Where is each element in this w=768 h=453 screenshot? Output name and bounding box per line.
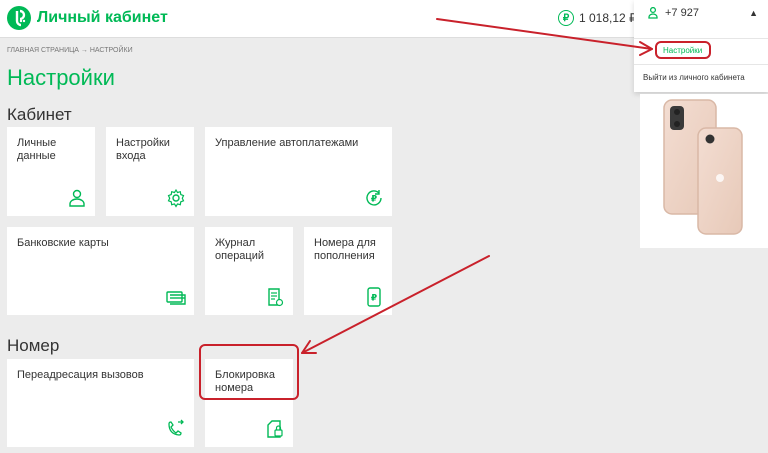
tile-call-forwarding[interactable]: Переадресация вызовов bbox=[7, 359, 194, 447]
tile-bank-cards[interactable]: Банковские карты bbox=[7, 227, 194, 315]
tile-label: Управление автоплатежами bbox=[215, 137, 359, 149]
balance-value: 1 018,12 ₽ bbox=[579, 11, 637, 25]
section-title-number: Номер bbox=[7, 336, 60, 355]
megafon-logo-icon[interactable] bbox=[7, 6, 31, 30]
balance[interactable]: ₽ 1 018,12 ₽ bbox=[558, 10, 637, 26]
tile-autopay[interactable]: Управление автоплатежами ₽ bbox=[205, 127, 392, 216]
highlight-box-number-block bbox=[199, 344, 299, 400]
svg-text:₽: ₽ bbox=[371, 294, 377, 304]
page-title: Настройки bbox=[7, 65, 115, 90]
menu-item-logout[interactable]: Выйти из личного кабинета bbox=[643, 73, 745, 82]
user-icon bbox=[69, 189, 85, 207]
tile-topup-numbers[interactable]: Номера для пополнения ₽ bbox=[304, 227, 392, 315]
ruble-icon: ₽ bbox=[558, 10, 574, 26]
divider bbox=[634, 64, 768, 65]
phone-ruble-icon: ₽ bbox=[367, 287, 381, 307]
highlight-box-settings bbox=[655, 41, 711, 59]
chevron-up-icon[interactable]: ▲ bbox=[749, 8, 758, 18]
tile-operations-journal[interactable]: Журнал операций bbox=[205, 227, 293, 315]
cards-icon bbox=[166, 291, 186, 305]
user-phone: +7 927 bbox=[665, 7, 699, 19]
svg-text:₽: ₽ bbox=[371, 195, 377, 205]
tile-label: Настройки входа bbox=[116, 137, 170, 162]
tile-label: Номера для пополнения bbox=[314, 237, 376, 262]
tile-label: Банковские карты bbox=[17, 237, 109, 249]
sim-lock-icon bbox=[267, 420, 283, 438]
tile-label: Журнал операций bbox=[215, 237, 265, 262]
user-icon bbox=[648, 7, 658, 19]
tile-login-settings[interactable]: Настройки входа bbox=[106, 127, 194, 216]
divider bbox=[634, 38, 768, 39]
section-title-cabinet: Кабинет bbox=[7, 105, 72, 124]
promo-phone-image[interactable] bbox=[640, 94, 768, 248]
phone-forward-icon bbox=[168, 419, 184, 436]
tile-label: Личные данные bbox=[17, 137, 57, 162]
tile-personal-data[interactable]: Личные данные bbox=[7, 127, 95, 216]
ruble-refresh-icon: ₽ bbox=[366, 190, 382, 206]
user-menu-toggle[interactable]: +7 927 bbox=[648, 7, 699, 19]
gear-icon bbox=[167, 188, 185, 208]
brand-title[interactable]: Личный кабинет bbox=[37, 9, 168, 27]
breadcrumb[interactable]: ГЛАВНАЯ СТРАНИЦА → НАСТРОЙКИ bbox=[7, 47, 133, 54]
tile-label: Переадресация вызовов bbox=[17, 369, 144, 381]
document-icon bbox=[268, 288, 284, 307]
